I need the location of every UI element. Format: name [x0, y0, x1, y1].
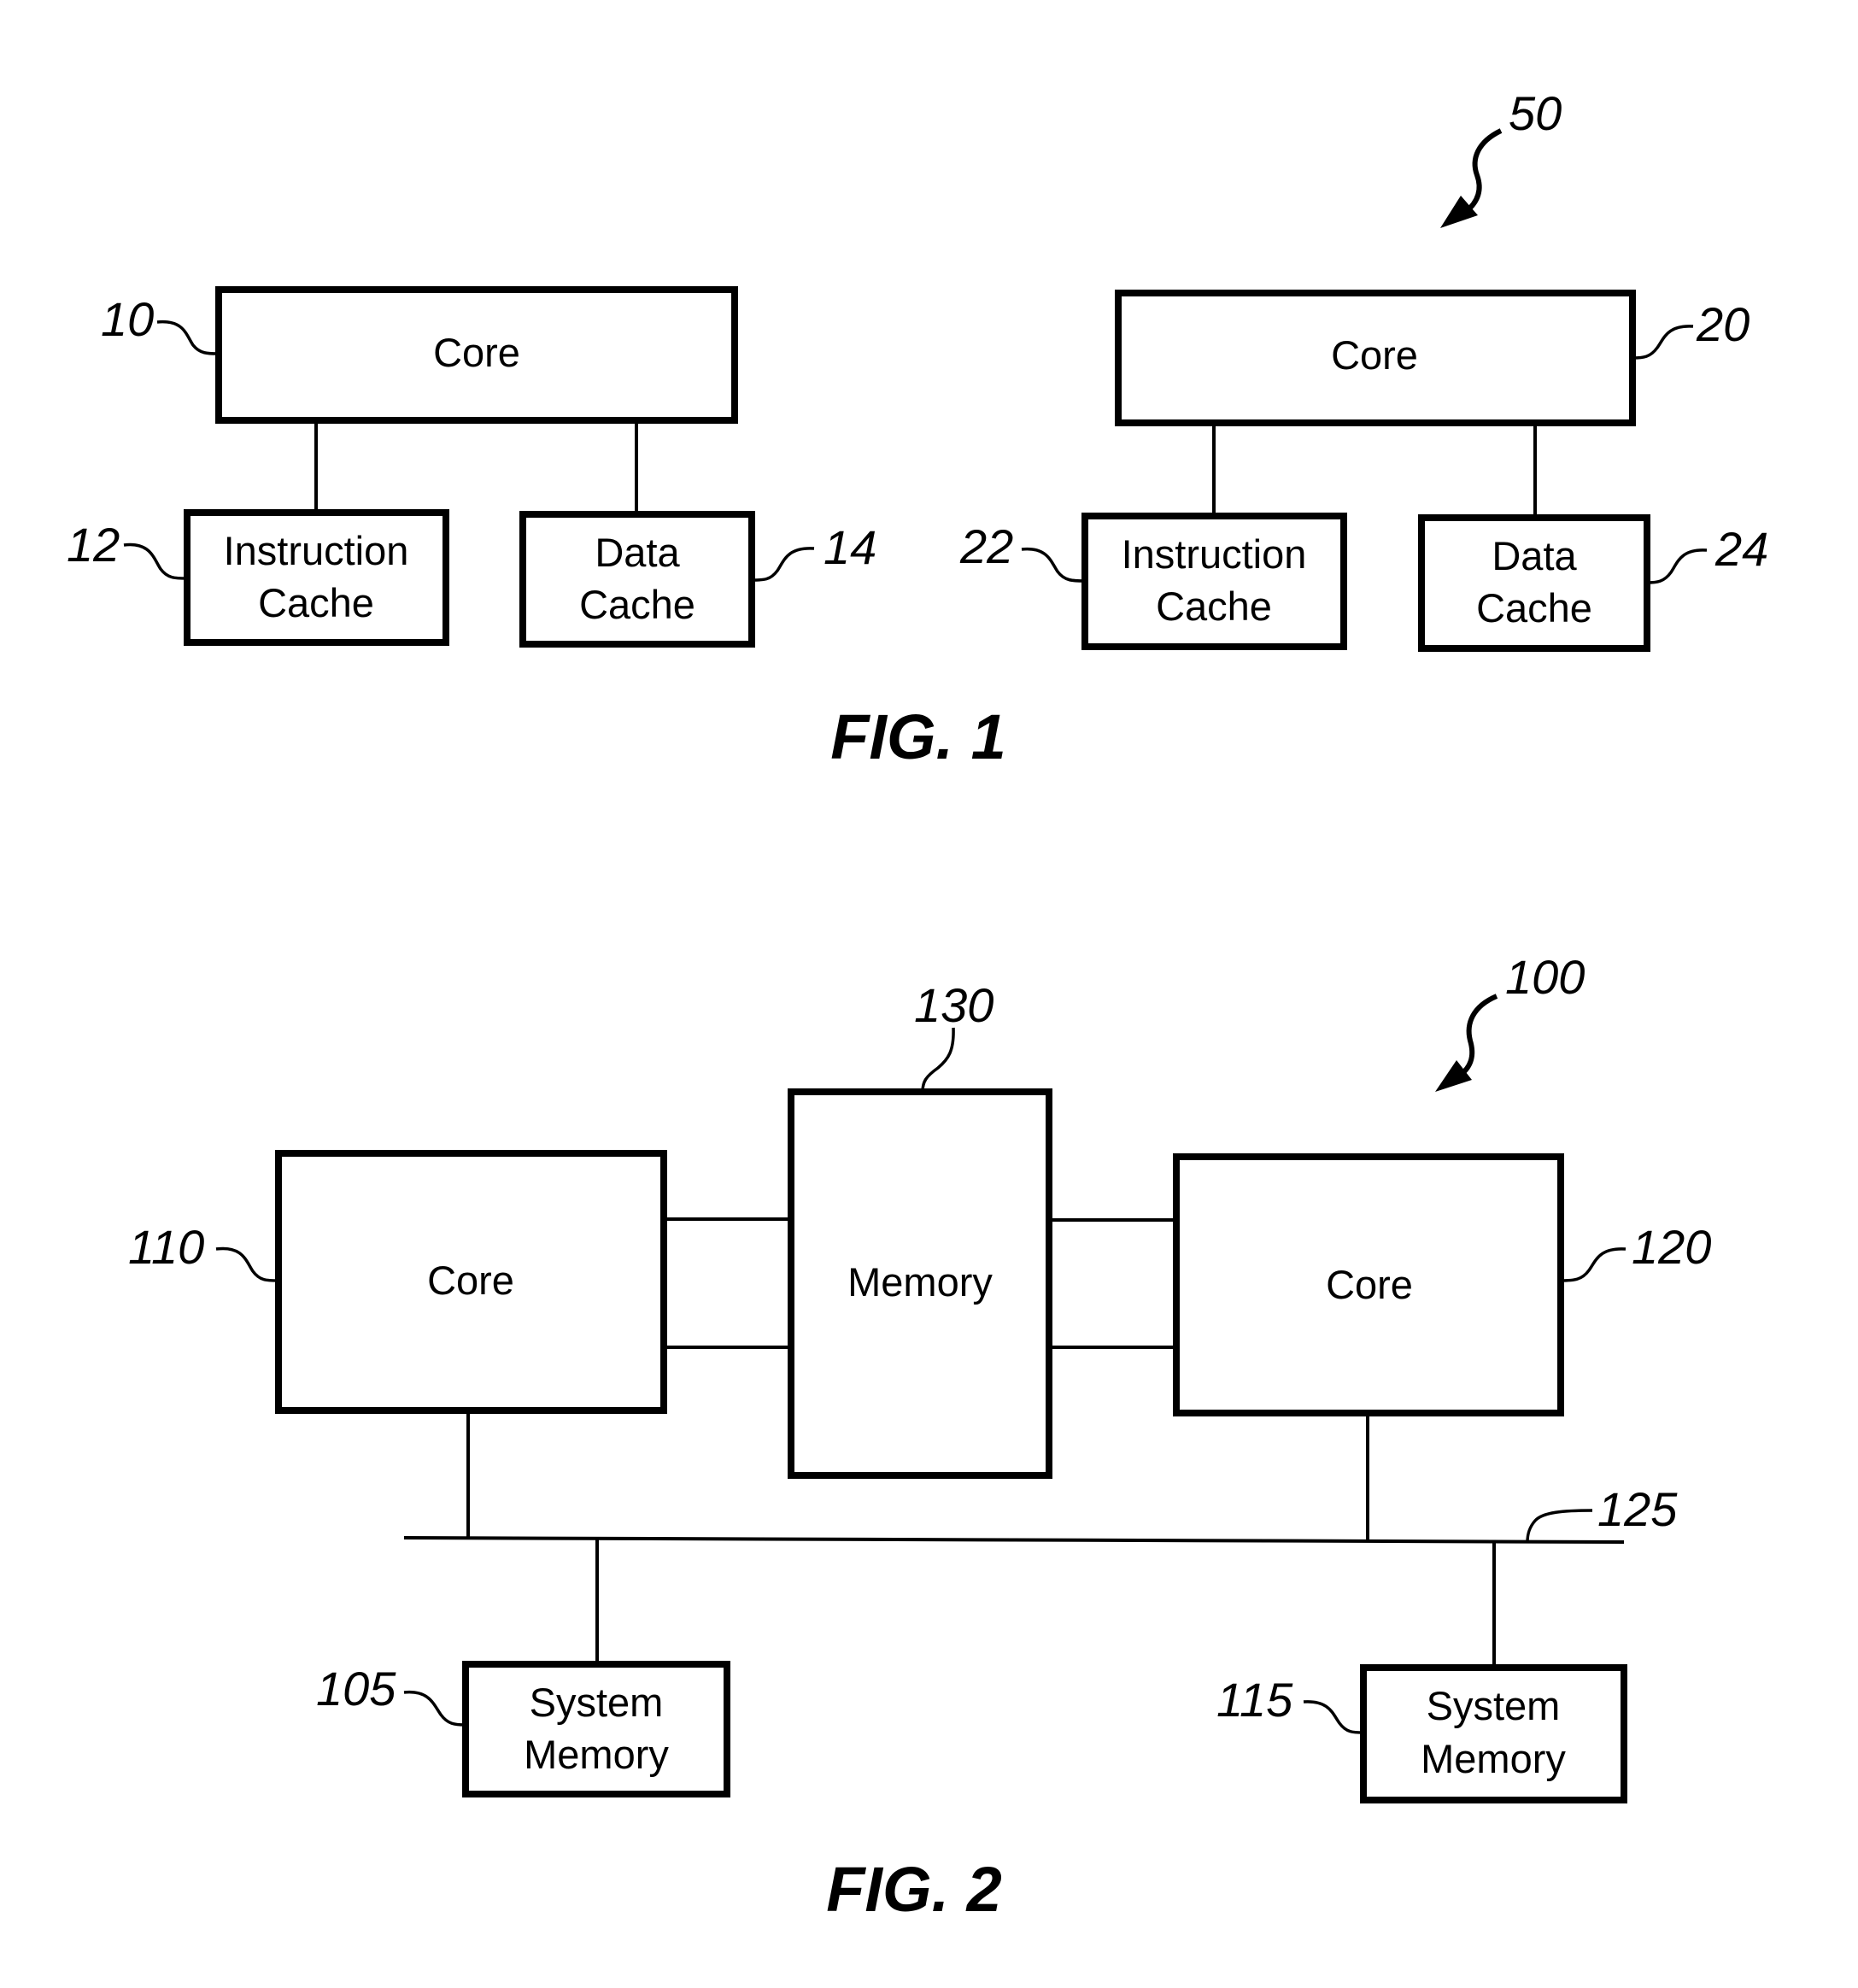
- leader-line-130: [921, 1027, 955, 1093]
- leader-line-24: [1646, 548, 1708, 584]
- leader-line-12: [123, 542, 188, 580]
- memory-130-label: Memory: [847, 1259, 993, 1305]
- data-cache-24-line1: Data: [1492, 533, 1577, 578]
- fig1-system-a: Core 10 Instruction Cache 12 Data Cache …: [67, 286, 876, 648]
- ref-label-105: 105: [316, 1662, 396, 1715]
- figure-1-caption: FIG. 1: [830, 701, 1006, 772]
- ref-label-130: 130: [914, 978, 993, 1032]
- leader-line-125: [1526, 1509, 1593, 1543]
- figure-1: Core 10 Instruction Cache 12 Data Cache …: [67, 86, 1768, 772]
- assembly-arrow-100-line: [1459, 994, 1498, 1077]
- ref-label-125: 125: [1597, 1482, 1678, 1536]
- figure-2: 100 130 Memory Core 110 Core 120 125 Sys…: [128, 950, 1711, 1925]
- leader-line-14: [751, 547, 815, 582]
- core-120-label: Core: [1326, 1262, 1413, 1307]
- figure-2-caption: FIG. 2: [826, 1854, 1002, 1925]
- core-110-label: Core: [427, 1258, 514, 1303]
- system-memory-115-line1: System: [1427, 1683, 1561, 1728]
- core-10-label: Core: [433, 330, 520, 375]
- core-20-label: Core: [1331, 332, 1418, 378]
- ref-label-120: 120: [1632, 1220, 1711, 1274]
- ref-label-12: 12: [67, 518, 120, 572]
- patent-drawing-sheet: Core 10 Instruction Cache 12 Data Cache …: [67, 86, 1768, 1925]
- instruction-cache-12-line2: Cache: [258, 580, 374, 625]
- data-cache-14-line2: Cache: [579, 582, 695, 627]
- leader-line-20: [1632, 325, 1694, 360]
- instruction-cache-12-line1: Instruction: [224, 528, 409, 573]
- fig1-system-b: 50 Core 20 Instruction Cache 22 Data Cac…: [959, 86, 1768, 652]
- assembly-arrow-50-head: [1440, 196, 1478, 228]
- ref-label-14: 14: [823, 520, 876, 574]
- leader-line-10: [156, 320, 220, 355]
- assembly-arrow-50-line: [1464, 128, 1503, 214]
- data-cache-24-line2: Cache: [1476, 585, 1592, 630]
- ref-label-100: 100: [1505, 950, 1585, 1004]
- ref-label-115: 115: [1216, 1673, 1293, 1727]
- leader-line-22: [1021, 548, 1086, 583]
- system-memory-105-line1: System: [530, 1680, 664, 1725]
- leader-line-110: [215, 1246, 279, 1282]
- ref-label-24: 24: [1714, 522, 1768, 576]
- instruction-cache-22-line2: Cache: [1156, 583, 1272, 629]
- ref-label-22: 22: [959, 519, 1013, 573]
- ref-label-50: 50: [1509, 86, 1562, 140]
- bus-125: [403, 1536, 1625, 1544]
- system-memory-115-line2: Memory: [1421, 1736, 1566, 1781]
- leader-line-105: [403, 1691, 466, 1727]
- ref-label-110: 110: [128, 1220, 204, 1274]
- leader-line-120: [1560, 1247, 1626, 1282]
- data-cache-14-line1: Data: [595, 530, 680, 575]
- system-memory-105-line2: Memory: [524, 1732, 669, 1777]
- leader-line-115: [1303, 1700, 1364, 1734]
- ref-label-20: 20: [1696, 297, 1750, 351]
- ref-label-10: 10: [101, 292, 154, 346]
- instruction-cache-22-line1: Instruction: [1122, 531, 1307, 577]
